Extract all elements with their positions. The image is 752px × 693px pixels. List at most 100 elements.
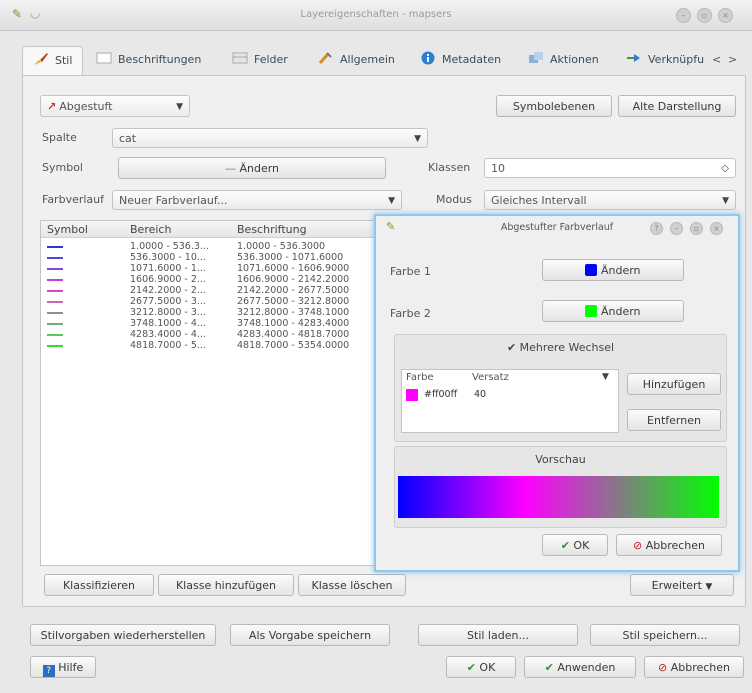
tab-allgemein[interactable]: Allgemein (318, 46, 395, 74)
color1-label: Farbe 1 (390, 265, 431, 278)
maximize-button[interactable]: ▫ (697, 8, 712, 23)
cancel-icon: ⊘ (632, 539, 643, 552)
actions-icon (529, 52, 543, 63)
color1-button[interactable]: Ändern (542, 259, 684, 281)
tab-verknuepfungen[interactable]: Verknüpfu (626, 46, 704, 74)
symbol-levels-button[interactable]: Symbolebenen (496, 95, 612, 117)
table-row[interactable]: 2677.5000 - 3... 2677.5000 - 3212.8000 (41, 296, 379, 307)
ok-button[interactable]: ✔ OK (446, 656, 516, 678)
info-icon (421, 51, 435, 65)
color-ramp-label: Farbverlauf (42, 193, 105, 206)
color-ramp-select[interactable]: Neuer Farbverlauf... ▼ (112, 190, 402, 210)
tab-felder[interactable]: Felder (232, 46, 288, 74)
help-icon: ? (42, 665, 55, 677)
change-symbol-button[interactable]: — Ändern (118, 157, 386, 179)
stops-list[interactable]: Farbe Versatz ▼ #ff00ff 40 (401, 369, 619, 433)
table-row[interactable]: 4818.7000 - 5... 4818.7000 - 5354.0000 (41, 340, 379, 351)
tab-bar: Stil Beschriftungen Felder Allgemein Met… (22, 46, 744, 76)
tab-metadaten[interactable]: Metadaten (420, 46, 501, 74)
table-row[interactable]: 536.3000 - 10... 536.3000 - 1071.6000 (41, 252, 379, 263)
label-icon (96, 52, 112, 64)
table-row[interactable]: 3748.1000 - 4... 3748.1000 - 4283.4000 (41, 318, 379, 329)
save-style-button[interactable]: Stil speichern... (590, 624, 740, 646)
header-symbol: Symbol (47, 223, 88, 236)
list-item[interactable]: #ff00ff 40 (404, 388, 614, 402)
spinner-icon: ◇ (721, 163, 729, 174)
tab-beschriftungen[interactable]: Beschriftungen (96, 46, 201, 74)
maximize-button[interactable]: ▫ (690, 222, 703, 235)
table-header: Symbol Bereich Beschriftung (41, 221, 379, 238)
chevron-down-icon: ▼ (722, 196, 729, 206)
minimize-button[interactable]: – (670, 222, 683, 235)
add-class-button[interactable]: Klasse hinzufügen (158, 574, 294, 596)
check-icon: ✔ (560, 539, 570, 552)
header-label: Beschriftung (237, 223, 307, 236)
tab-aktionen[interactable]: Aktionen (528, 46, 599, 74)
old-rendering-button[interactable]: Alte Darstellung (618, 95, 736, 117)
advanced-button[interactable]: Erweitert ▼ (630, 574, 734, 596)
join-icon (627, 54, 640, 62)
color-swatch (585, 264, 598, 276)
classes-spinbox[interactable]: 10 ◇ (484, 158, 736, 178)
tab-scroll-left[interactable]: < (712, 46, 721, 74)
table-row[interactable]: 1606.9000 - 2... 1606.9000 - 2142.2000 (41, 274, 379, 285)
multi-stops-group: ✔ Mehrere Wechsel Farbe Versatz ▼ #ff00f… (394, 334, 727, 442)
add-stop-button[interactable]: Hinzufügen (627, 373, 721, 395)
check-icon: ✔ (506, 341, 517, 354)
table-row[interactable]: 1071.6000 - 1... 1071.6000 - 1606.9000 (41, 263, 379, 274)
remove-stop-button[interactable]: Entfernen (627, 409, 721, 431)
table-row[interactable]: 3212.8000 - 3... 3212.8000 - 3748.1000 (41, 307, 379, 318)
close-button[interactable]: × (710, 222, 723, 235)
multi-stops-checkbox[interactable]: ✔ Mehrere Wechsel (395, 341, 726, 354)
window-title: Layereigenschaften - mapsers (300, 9, 452, 20)
chevron-down-icon: ▼ (176, 102, 183, 112)
symbol-swatch (47, 290, 63, 292)
chevron-down-icon: ▼ (602, 372, 609, 382)
paintbrush-icon (34, 53, 48, 65)
classes-table[interactable]: Symbol Bereich Beschriftung 1.0000 - 536… (40, 220, 380, 566)
delete-class-button[interactable]: Klasse löschen (298, 574, 406, 596)
symbol-swatch (47, 268, 63, 270)
color2-label: Farbe 2 (390, 307, 431, 320)
dialog-title: Abgestufter Farbverlauf (500, 222, 614, 233)
dialog-cancel-button[interactable]: ⊘ Abbrechen (616, 534, 722, 556)
cancel-button[interactable]: ⊘ Abbrechen (644, 656, 744, 678)
minimize-button[interactable]: – (676, 8, 691, 23)
table-row[interactable]: 2142.2000 - 2... 2142.2000 - 2677.5000 (41, 285, 379, 296)
symbol-swatch (47, 246, 63, 248)
mode-label: Modus (436, 193, 472, 206)
symbol-swatch (47, 345, 63, 347)
mode-select[interactable]: Gleiches Intervall ▼ (484, 190, 736, 210)
classify-button[interactable]: Klassifizieren (44, 574, 154, 596)
title-bar: ✎ ◡ Layereigenschaften - mapsers – ▫ × (0, 0, 752, 31)
tools-icon (318, 52, 332, 64)
check-icon: ✔ (544, 661, 554, 674)
line-symbol-icon: — (224, 162, 236, 175)
header-range: Bereich (130, 223, 172, 236)
check-icon: ✔ (466, 661, 476, 674)
tab-stil[interactable]: Stil (22, 46, 84, 75)
column-select[interactable]: cat ▼ (112, 128, 428, 148)
table-row[interactable]: 4283.4000 - 4... 4283.4000 - 4818.7000 (41, 329, 379, 340)
help-button[interactable]: ? Hilfe (30, 656, 96, 678)
help-icon[interactable]: ? (650, 222, 663, 235)
chevron-down-icon: ▼ (388, 196, 395, 206)
restore-default-style-button[interactable]: Stilvorgaben wiederherstellen (30, 624, 216, 646)
layer-properties-window: ✎ ◡ Layereigenschaften - mapsers – ▫ × S… (0, 0, 752, 693)
color2-button[interactable]: Ändern (542, 300, 684, 322)
symbol-swatch (47, 334, 63, 336)
table-row[interactable]: 1.0000 - 536.3... 1.0000 - 536.3000 (41, 241, 379, 252)
dialog-ok-button[interactable]: ✔ OK (542, 534, 608, 556)
tab-scroll-right[interactable]: > (728, 46, 737, 74)
save-as-default-button[interactable]: Als Vorgabe speichern (230, 624, 390, 646)
apply-button[interactable]: ✔ Anwenden (524, 656, 636, 678)
close-button[interactable]: × (718, 8, 733, 23)
column-offset: Versatz (472, 372, 509, 383)
gradient-preview (398, 476, 719, 518)
preview-label: Vorschau (535, 453, 586, 466)
symbol-label: Symbol (42, 161, 83, 174)
table-icon (232, 52, 248, 64)
chevron-down-icon: ▼ (414, 134, 421, 144)
renderer-select[interactable]: ↗ Abgestuft ▼ (40, 95, 190, 117)
load-style-button[interactable]: Stil laden... (418, 624, 578, 646)
